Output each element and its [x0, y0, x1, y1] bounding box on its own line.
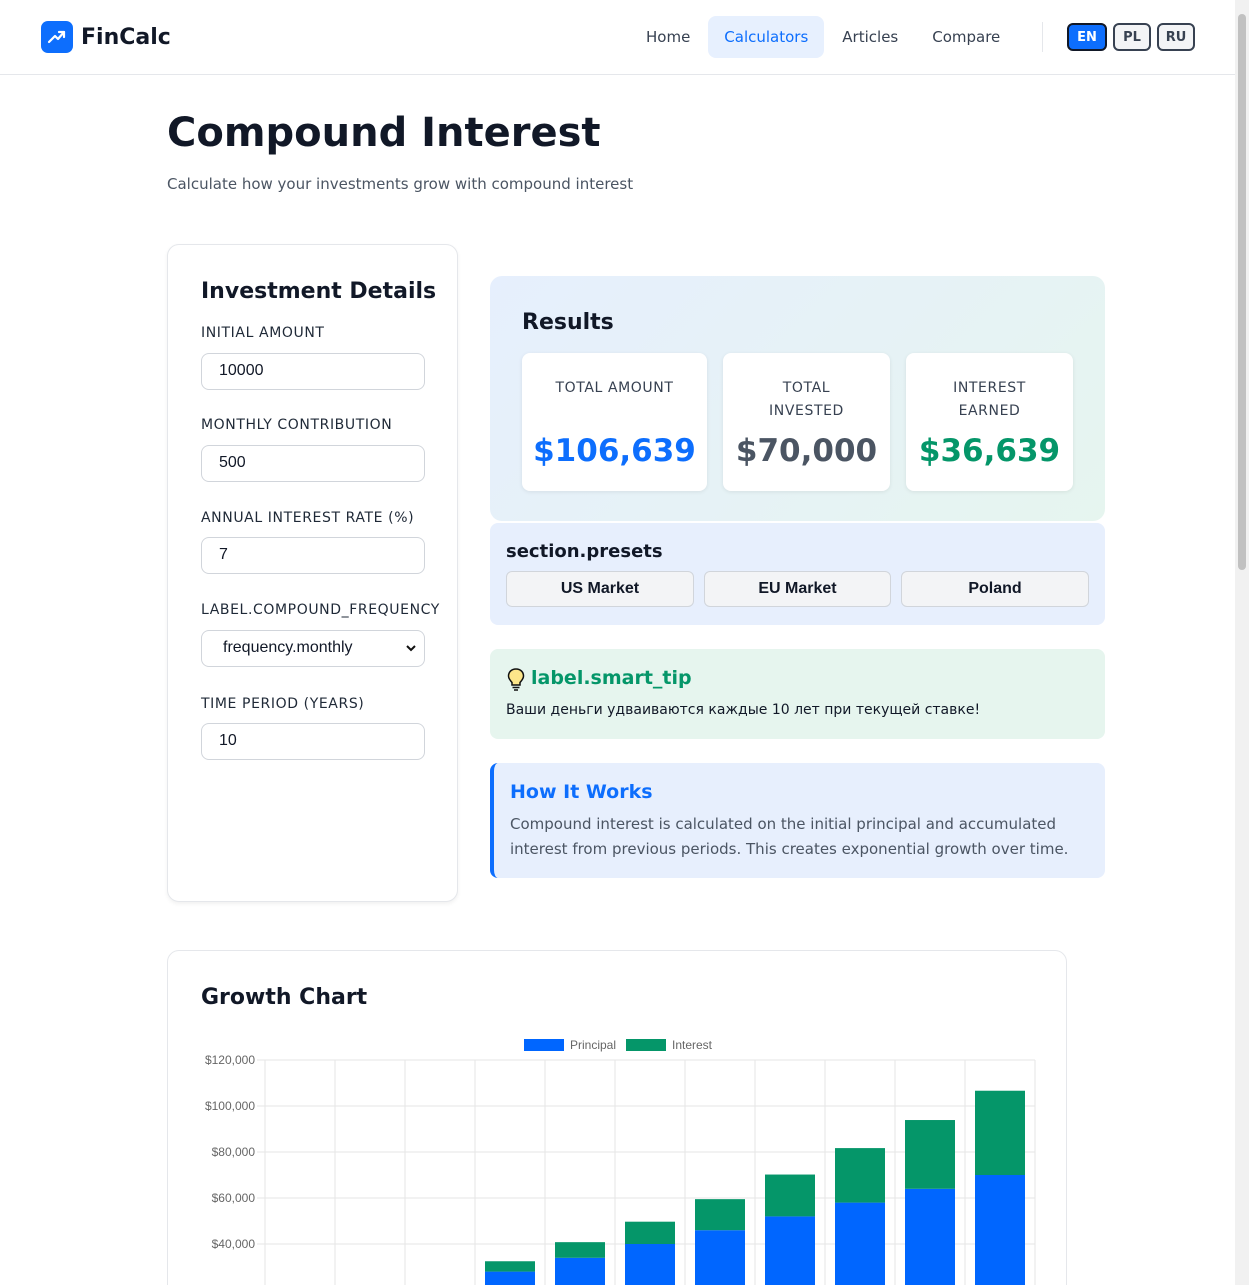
- y-tick-label: $80,000: [212, 1145, 256, 1159]
- interest-rate-input[interactable]: 7: [201, 537, 425, 574]
- language-switcher: EN PL RU: [1067, 23, 1201, 51]
- legend-label-principal: Principal: [570, 1038, 616, 1052]
- smart-tip-text: Ваши деньги удваиваются каждые 10 лет пр…: [506, 702, 981, 718]
- bar-principal: [695, 1230, 745, 1285]
- interest-earned-value: $36,639: [918, 433, 1061, 469]
- total-amount-card: TOTAL AMOUNT $106,639: [522, 353, 707, 491]
- preset-eu-market-button[interactable]: EU Market: [704, 571, 891, 607]
- chevron-down-icon: [406, 645, 416, 652]
- page-scrollbar[interactable]: [1235, 0, 1249, 1285]
- nav-articles[interactable]: Articles: [826, 16, 914, 58]
- initial-amount-label: INITIAL AMOUNT: [201, 325, 325, 341]
- investment-details-card: Investment Details INITIAL AMOUNT 10000 …: [167, 244, 458, 902]
- smart-tip-panel: label.smart_tip Ваши деньги удваиваются …: [490, 649, 1105, 739]
- total-invested-value: $70,000: [735, 433, 878, 469]
- bar-interest: [835, 1148, 885, 1203]
- brand-name: FinCalc: [81, 24, 171, 50]
- bar-interest: [555, 1242, 605, 1258]
- bar-principal: [485, 1271, 535, 1285]
- nav-divider: [1042, 22, 1043, 52]
- bar-principal: [625, 1244, 675, 1285]
- time-period-label: TIME PERIOD (YEARS): [201, 696, 365, 712]
- how-it-works-text: Compound interest is calculated on the i…: [510, 815, 1069, 858]
- bar-principal: [905, 1188, 955, 1285]
- main-nav: Home Calculators Articles Compare: [630, 16, 1018, 58]
- total-amount-label: TOTAL AMOUNT: [555, 380, 674, 396]
- bar-interest: [695, 1199, 745, 1231]
- total-amount-value: $106,639: [533, 433, 696, 469]
- results-panel: Results TOTAL AMOUNT $106,639 TOTAL INVE…: [490, 276, 1105, 521]
- brand-logo[interactable]: FinCalc: [41, 21, 171, 53]
- total-invested-label: TOTAL INVESTED: [769, 380, 844, 419]
- monthly-contribution-label: MONTHLY CONTRIBUTION: [201, 417, 393, 433]
- form-title: Investment Details: [201, 279, 437, 304]
- growth-chart: $20,000$40,000$60,000$80,000$100,000$120…: [205, 1038, 1036, 1285]
- bar-principal: [975, 1175, 1025, 1285]
- monthly-contribution-input[interactable]: 500: [201, 445, 425, 482]
- lang-pl-button[interactable]: PL: [1113, 23, 1151, 51]
- compound-frequency-select[interactable]: frequency.monthly: [201, 630, 425, 667]
- interest-earned-label: INTEREST EARNED: [953, 380, 1026, 419]
- y-tick-label: $60,000: [212, 1191, 256, 1205]
- interest-earned-card: INTEREST EARNED $36,639: [906, 353, 1073, 491]
- bar-interest: [905, 1120, 955, 1189]
- top-navbar: FinCalc Home Calculators Articles Compar…: [0, 0, 1235, 75]
- initial-amount-input[interactable]: 10000: [201, 353, 425, 390]
- preset-us-market-button[interactable]: US Market: [506, 571, 694, 607]
- bar-principal: [765, 1216, 815, 1285]
- bar-interest: [765, 1174, 815, 1217]
- presets-title: section.presets: [506, 541, 663, 562]
- bar-interest: [625, 1221, 675, 1244]
- bar-principal: [555, 1257, 605, 1285]
- total-invested-card: TOTAL INVESTED $70,000: [723, 353, 890, 491]
- page-subtitle: Calculate how your investments grow with…: [167, 175, 634, 193]
- how-it-works-title: How It Works: [510, 781, 653, 803]
- bar-interest: [975, 1090, 1025, 1175]
- results-title: Results: [522, 310, 614, 335]
- lightbulb-icon: [507, 668, 525, 691]
- nav-calculators[interactable]: Calculators: [708, 16, 825, 58]
- bar-principal: [835, 1202, 885, 1285]
- y-tick-label: $120,000: [205, 1053, 255, 1067]
- nav-compare[interactable]: Compare: [916, 16, 1016, 58]
- scrollbar-thumb[interactable]: [1238, 14, 1246, 570]
- trending-up-icon: [41, 21, 73, 53]
- how-it-works-panel: How It Works Compound interest is calcul…: [490, 763, 1105, 878]
- legend-swatch-principal: [524, 1039, 564, 1051]
- interest-rate-label: ANNUAL INTEREST RATE (%): [201, 510, 415, 526]
- page-title: Compound Interest: [167, 110, 601, 156]
- growth-chart-card: Growth Chart $20,000$40,000$60,000$80,00…: [167, 950, 1067, 1285]
- y-tick-label: $100,000: [205, 1099, 255, 1113]
- compound-frequency-value: frequency.monthly: [223, 639, 353, 656]
- presets-panel: section.presets US Market EU Market Pola…: [490, 523, 1105, 625]
- legend-label-interest: Interest: [672, 1038, 713, 1052]
- legend-swatch-interest: [626, 1039, 666, 1051]
- nav-home[interactable]: Home: [630, 16, 706, 58]
- compound-frequency-label: LABEL.COMPOUND_FREQUENCY: [201, 602, 440, 618]
- smart-tip-title: label.smart_tip: [531, 667, 692, 689]
- bar-interest: [485, 1261, 535, 1272]
- time-period-input[interactable]: 10: [201, 723, 425, 760]
- lang-en-button[interactable]: EN: [1067, 23, 1107, 51]
- lang-ru-button[interactable]: RU: [1157, 23, 1195, 51]
- preset-poland-button[interactable]: Poland: [901, 571, 1089, 607]
- y-tick-label: $40,000: [212, 1237, 256, 1251]
